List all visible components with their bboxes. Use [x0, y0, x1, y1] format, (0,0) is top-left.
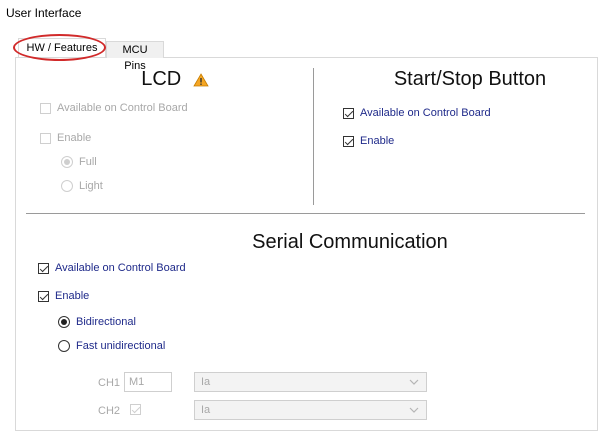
ch1-select-value: Ia [201, 376, 211, 388]
ch2-checkbox[interactable] [130, 404, 141, 415]
ch2-label: CH2 [98, 405, 121, 417]
ch1-label: CH1 [98, 377, 121, 389]
serial-fast-unidirectional-radio[interactable] [58, 340, 70, 352]
section-divider-vertical [313, 68, 314, 205]
lcd-mode-light-label: Light [79, 180, 103, 192]
lcd-mode-full-label: Full [79, 156, 97, 168]
serial-bidirectional-row[interactable]: Bidirectional [58, 316, 136, 328]
lcd-enable-checkbox[interactable] [40, 132, 51, 144]
tab-hw-features[interactable]: HW / Features [18, 38, 106, 57]
serial-enable-row[interactable]: Enable [38, 290, 89, 302]
ch2-select-value: Ia [201, 404, 211, 416]
start-stop-available-checkbox[interactable] [343, 107, 354, 119]
lcd-mode-light-radio[interactable] [61, 180, 73, 192]
lcd-available-label: Available on Control Board [57, 102, 188, 114]
start-stop-enable-row[interactable]: Enable [343, 135, 394, 147]
start-stop-available-label: Available on Control Board [360, 107, 491, 119]
serial-fast-unidirectional-label: Fast unidirectional [76, 340, 166, 352]
section-divider-horizontal [26, 213, 585, 214]
serial-available-label: Available on Control Board [55, 262, 186, 274]
start-stop-available-row[interactable]: Available on Control Board [343, 107, 491, 119]
serial-available-checkbox[interactable] [38, 262, 49, 274]
chevron-down-icon [409, 407, 419, 413]
serial-bidirectional-radio[interactable] [58, 316, 70, 328]
ch1-select[interactable]: Ia [194, 372, 427, 392]
lcd-mode-light-row[interactable]: Light [61, 180, 103, 192]
lcd-heading: LCD [110, 68, 240, 91]
serial-bidirectional-label: Bidirectional [76, 316, 136, 328]
serial-fast-unidirectional-row[interactable]: Fast unidirectional [58, 340, 165, 352]
lcd-title: LCD [141, 68, 182, 90]
lcd-enable-label: Enable [57, 132, 92, 144]
ch2-select[interactable]: Ia [194, 400, 427, 420]
tab-mcu-pins[interactable]: MCU Pins [106, 41, 164, 72]
lcd-available-row[interactable]: Available on Control Board [40, 102, 188, 114]
lcd-enable-row[interactable]: Enable [40, 132, 91, 144]
start-stop-heading: Start/Stop Button [393, 68, 547, 90]
serial-enable-label: Enable [55, 290, 90, 302]
chevron-down-icon [409, 379, 419, 385]
start-stop-enable-checkbox[interactable] [343, 135, 354, 147]
serial-available-row[interactable]: Available on Control Board [38, 262, 186, 274]
ch1-textbox[interactable]: M1 [124, 372, 172, 392]
start-stop-enable-label: Enable [360, 135, 395, 147]
warning-triangle-icon [193, 72, 209, 87]
lcd-mode-full-row[interactable]: Full [61, 156, 97, 168]
window-title: User Interface [6, 6, 82, 20]
serial-enable-checkbox[interactable] [38, 290, 49, 302]
lcd-available-checkbox[interactable] [40, 102, 51, 114]
lcd-mode-full-radio[interactable] [61, 156, 73, 168]
serial-heading: Serial Communication [252, 231, 448, 253]
